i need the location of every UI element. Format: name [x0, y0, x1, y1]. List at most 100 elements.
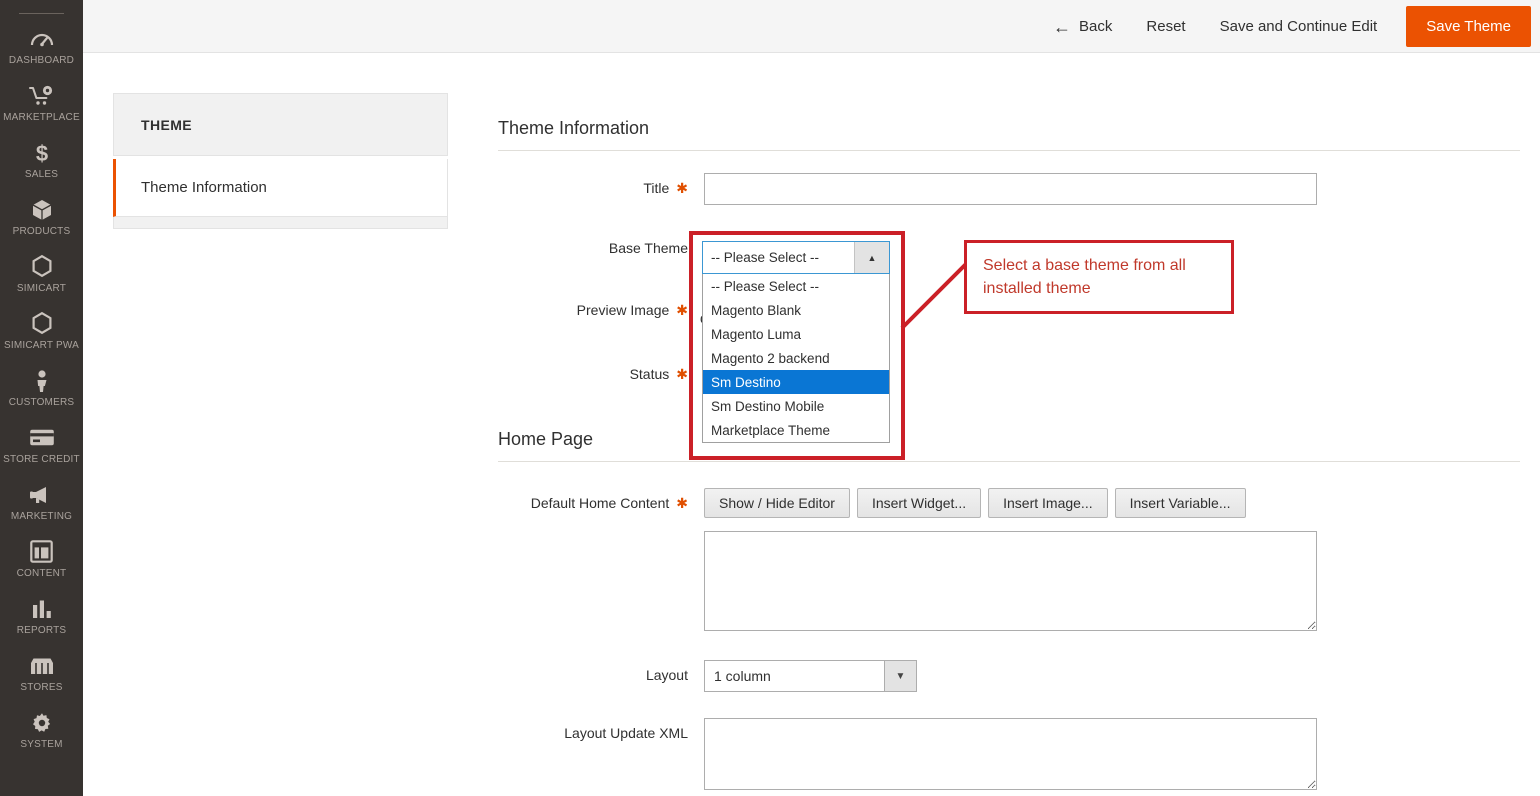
field-row-default-home-content: Default Home Content✱ Show / Hide Editor… — [498, 488, 1520, 636]
sidebar-item-products[interactable]: PRODUCTS — [0, 189, 83, 246]
option-magento-luma[interactable]: Magento Luma — [703, 322, 889, 346]
field-row-status: Status✱ — [498, 359, 1520, 389]
option-magento-2-backend[interactable]: Magento 2 backend — [703, 346, 889, 370]
field-label-layout: Layout — [498, 660, 688, 683]
panel-item-label: Theme Information — [141, 179, 267, 196]
sidebar-divider — [19, 13, 64, 14]
option-please-select[interactable]: -- Please Select -- — [703, 274, 889, 298]
sidebar-item-system[interactable]: SYSTEM — [0, 702, 83, 759]
dollar-icon: $ — [0, 139, 83, 166]
required-asterisk: ✱ — [676, 366, 688, 382]
sidebar-item-label: SYSTEM — [0, 739, 83, 751]
page-header-toolbar: ← Back Reset Save and Continue Edit Save… — [83, 0, 1540, 53]
panel-item-theme-information[interactable]: Theme Information — [113, 159, 448, 217]
title-input[interactable] — [704, 173, 1317, 205]
base-theme-select[interactable]: -- Please Select -- ▲ — [702, 241, 890, 274]
option-sm-destino-mobile[interactable]: Sm Destino Mobile — [703, 394, 889, 418]
insert-widget-button[interactable]: Insert Widget... — [857, 488, 981, 518]
field-control-layout: 1 column ▼ — [704, 660, 917, 692]
save-and-continue-edit-button[interactable]: Save and Continue Edit — [1203, 0, 1395, 53]
field-control-title — [704, 173, 1317, 205]
section-divider — [498, 150, 1520, 151]
sidebar-item-sales[interactable]: $ SALES — [0, 132, 83, 189]
insert-variable-button[interactable]: Insert Variable... — [1115, 488, 1246, 518]
megaphone-icon — [0, 481, 83, 508]
field-label-layout-update-xml: Layout Update XML — [498, 718, 688, 741]
field-label-preview-image: Preview Image✱ — [498, 295, 688, 319]
sidebar-item-label: SIMICART — [0, 283, 83, 295]
field-row-title: Title✱ — [498, 173, 1520, 205]
editor-buttons: Show / Hide Editor Insert Widget... Inse… — [704, 488, 1317, 518]
reset-button[interactable]: Reset — [1129, 0, 1202, 53]
gear-icon — [0, 709, 83, 736]
field-control-layout-update-xml — [704, 718, 1317, 795]
base-theme-option-list: -- Please Select -- Magento Blank Magent… — [702, 274, 890, 443]
credit-card-icon — [0, 424, 83, 451]
layout-select-value: 1 column — [705, 668, 771, 684]
sidebar-item-label: MARKETING — [0, 511, 83, 523]
theme-nav-panel: THEME Theme Information — [113, 93, 448, 229]
box-icon — [0, 196, 83, 223]
svg-text:$: $ — [35, 141, 47, 165]
dashboard-icon — [0, 25, 83, 52]
field-label-base-theme: Base Theme — [498, 233, 688, 256]
sidebar-item-label: REPORTS — [0, 625, 83, 637]
layout-select[interactable]: 1 column ▼ — [704, 660, 917, 692]
storefront-icon — [0, 652, 83, 679]
sidebar-item-marketplace[interactable]: MARKETPLACE — [0, 75, 83, 132]
theme-panel-title: THEME — [113, 93, 448, 156]
sidebar-item-simicart[interactable]: SIMICART — [0, 246, 83, 303]
field-label-default-home-content: Default Home Content✱ — [498, 488, 688, 512]
show-hide-editor-button[interactable]: Show / Hide Editor — [704, 488, 850, 518]
hexagon-icon — [0, 253, 83, 280]
section-title-home-page: Home Page — [498, 429, 1520, 461]
back-button[interactable]: ← Back — [1036, 0, 1129, 53]
sidebar-item-marketing[interactable]: MARKETING — [0, 474, 83, 531]
insert-image-button[interactable]: Insert Image... — [988, 488, 1107, 518]
sidebar-item-store-credit[interactable]: STORE CREDIT — [0, 417, 83, 474]
base-theme-dropdown: -- Please Select -- ▲ -- Please Select -… — [702, 241, 890, 443]
chevron-down-icon[interactable]: ▼ — [884, 661, 916, 691]
header-actions: ← Back Reset Save and Continue Edit Save… — [1036, 0, 1536, 53]
required-asterisk: ✱ — [676, 302, 688, 318]
arrow-left-icon: ← — [1053, 18, 1071, 36]
sidebar-item-label: MARKETPLACE — [0, 112, 83, 124]
sidebar-item-label: PRODUCTS — [0, 226, 83, 238]
option-marketplace-theme[interactable]: Marketplace Theme — [703, 418, 889, 442]
chevron-up-icon[interactable]: ▲ — [854, 242, 889, 273]
option-magento-blank[interactable]: Magento Blank — [703, 298, 889, 322]
field-row-layout: Layout 1 column ▼ — [498, 660, 1520, 692]
sidebar-item-label: CUSTOMERS — [0, 397, 83, 409]
field-label-title: Title✱ — [498, 173, 688, 197]
sidebar-item-label: SALES — [0, 169, 83, 181]
layout-update-xml-textarea[interactable] — [704, 718, 1317, 790]
required-asterisk: ✱ — [676, 495, 688, 511]
layout-panel-icon — [0, 538, 83, 565]
field-label-status: Status✱ — [498, 359, 688, 383]
hexagon-icon — [0, 310, 83, 337]
sidebar-item-label: STORES — [0, 682, 83, 694]
sidebar-item-reports[interactable]: REPORTS — [0, 588, 83, 645]
required-asterisk: ✱ — [676, 180, 688, 196]
default-home-content-textarea[interactable] — [704, 531, 1317, 631]
section-divider — [498, 461, 1520, 462]
save-continue-label: Save and Continue Edit — [1220, 18, 1378, 35]
sidebar-item-simicart-pwa[interactable]: SIMICART PWA — [0, 303, 83, 360]
sidebar-item-label: DASHBOARD — [0, 55, 83, 67]
sidebar-item-dashboard[interactable]: DASHBOARD — [0, 18, 83, 75]
sidebar-item-stores[interactable]: STORES — [0, 645, 83, 702]
sidebar-item-label: SIMICART PWA — [0, 340, 83, 352]
base-theme-selected-value: -- Please Select -- — [703, 250, 819, 265]
bar-chart-icon — [0, 595, 83, 622]
theme-panel-items: Theme Information — [113, 159, 448, 217]
theme-panel-footer — [113, 217, 448, 229]
option-sm-destino[interactable]: Sm Destino — [703, 370, 889, 394]
annotation-callout: Select a base theme from all installed t… — [964, 240, 1234, 314]
sidebar-item-content[interactable]: CONTENT — [0, 531, 83, 588]
marketplace-cart-icon — [0, 82, 83, 109]
field-row-layout-update-xml: Layout Update XML — [498, 718, 1520, 795]
reset-button-label: Reset — [1146, 18, 1185, 35]
sidebar-item-customers[interactable]: CUSTOMERS — [0, 360, 83, 417]
back-button-label: Back — [1079, 18, 1112, 35]
save-theme-button[interactable]: Save Theme — [1406, 6, 1531, 47]
